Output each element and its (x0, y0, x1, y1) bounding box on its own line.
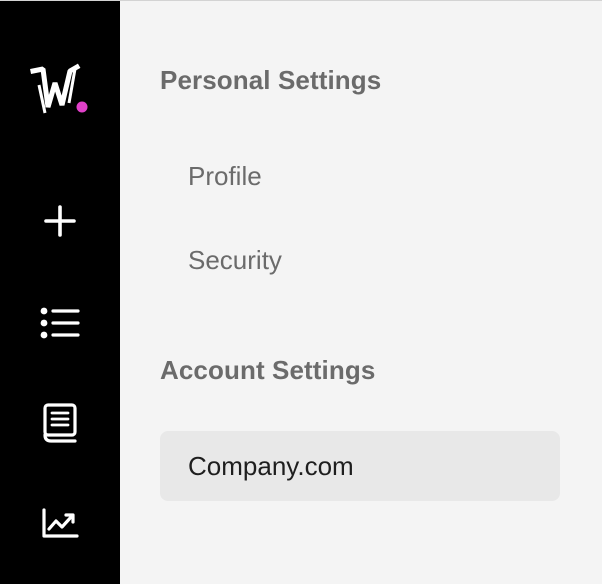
app-window: Personal Settings Profile Security Accou… (0, 0, 602, 584)
plus-icon (44, 205, 76, 237)
personal-settings-heading: Personal Settings (160, 65, 382, 95)
nav-item-company[interactable]: Company.com (160, 431, 560, 501)
chart-icon (42, 508, 79, 538)
nav-item-security[interactable]: Security (160, 225, 560, 295)
book-icon (43, 403, 77, 443)
nav-item-label: Security (188, 244, 282, 275)
nav-item-profile[interactable]: Profile (160, 141, 560, 211)
nav-item-label: Company.com (188, 450, 354, 481)
brand-w-logo-icon (30, 63, 88, 114)
nav-item-label: Profile (188, 160, 262, 191)
list-button[interactable] (0, 293, 120, 353)
list-icon (40, 307, 80, 339)
docs-button[interactable] (0, 393, 120, 453)
account-settings-heading: Account Settings (160, 355, 376, 385)
brand-logo[interactable] (0, 61, 120, 121)
icon-rail (0, 1, 120, 584)
analytics-button[interactable] (0, 493, 120, 553)
add-button[interactable] (0, 191, 120, 251)
settings-panel: Personal Settings Profile Security Accou… (120, 1, 602, 584)
